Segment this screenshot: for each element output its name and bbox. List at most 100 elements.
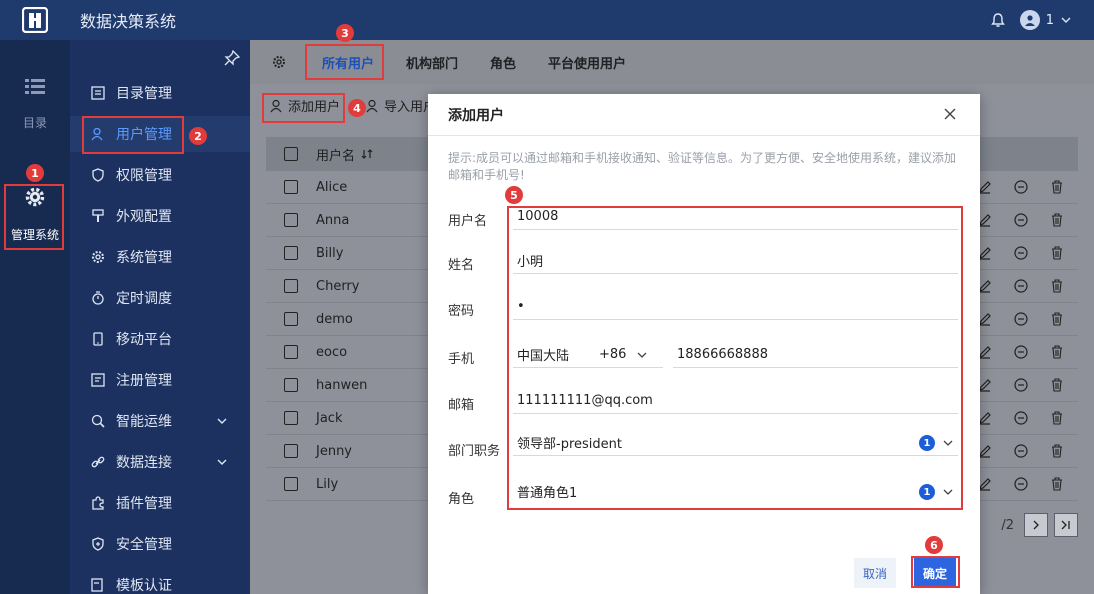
edit-icon[interactable] — [978, 411, 992, 425]
import-user-button[interactable]: 导入用户 — [366, 96, 436, 115]
row-actions — [978, 378, 1064, 392]
app-title: 数据决策系统 — [80, 12, 177, 31]
sidebar-item-catalog[interactable]: 目录管理 — [70, 75, 250, 111]
disable-icon[interactable] — [1014, 378, 1028, 392]
edit-icon[interactable] — [978, 312, 992, 326]
app-logo[interactable] — [0, 0, 70, 40]
row-actions — [978, 345, 1064, 359]
add-user-dialog: 添加用户 提示:成员可以通过邮箱和手机接收通知、验证等信息。为了更方便、安全地使… — [428, 94, 980, 594]
delete-icon[interactable] — [1050, 444, 1064, 458]
sidebar-item-mobile[interactable]: 移动平台 — [70, 321, 250, 357]
tab-departments[interactable]: 机构部门 — [390, 40, 474, 84]
register-icon — [90, 372, 106, 388]
disable-icon[interactable] — [1014, 444, 1028, 458]
disable-icon[interactable] — [1014, 345, 1028, 359]
sort-icon[interactable] — [361, 148, 373, 160]
sidebar-item-permissions[interactable]: 权限管理 — [70, 157, 250, 193]
edit-icon[interactable] — [978, 279, 992, 293]
edit-icon[interactable] — [978, 378, 992, 392]
sidebar-item-label: 注册管理 — [116, 373, 172, 389]
edit-icon[interactable] — [978, 180, 992, 194]
page-count: /2 — [1001, 517, 1014, 533]
rail-catalog[interactable]: 目录 — [0, 78, 70, 131]
edit-icon[interactable] — [978, 246, 992, 260]
row-checkbox[interactable] — [284, 444, 298, 458]
delete-icon[interactable] — [1050, 411, 1064, 425]
sidebar-item-plugins[interactable]: 插件管理 — [70, 485, 250, 521]
row-checkbox[interactable] — [284, 213, 298, 227]
email-label: 邮箱 — [448, 398, 475, 413]
delete-icon[interactable] — [1050, 345, 1064, 359]
mobile-icon — [90, 331, 106, 347]
row-checkbox[interactable] — [284, 279, 298, 293]
edit-icon[interactable] — [978, 444, 992, 458]
annotation-badge-2: 2 — [189, 127, 207, 145]
sidebar-item-appearance[interactable]: 外观配置 — [70, 198, 250, 234]
sidebar-item-label: 权限管理 — [116, 168, 172, 184]
sidebar-item-registration[interactable]: 注册管理 — [70, 362, 250, 398]
row-actions — [978, 213, 1064, 227]
tab-roles[interactable]: 角色 — [474, 40, 532, 84]
sidebar-item-label: 插件管理 — [116, 496, 172, 512]
row-checkbox[interactable] — [284, 477, 298, 491]
row-checkbox[interactable] — [284, 312, 298, 326]
edit-icon[interactable] — [978, 477, 992, 491]
sidebar-item-label: 定时调度 — [116, 291, 172, 307]
last-page-button[interactable] — [1054, 513, 1078, 537]
disable-icon[interactable] — [1014, 312, 1028, 326]
user-menu[interactable]: 1 — [1019, 10, 1072, 30]
annotation-box-2 — [82, 116, 184, 154]
annotation-box-3 — [305, 44, 384, 80]
row-actions — [978, 477, 1064, 491]
row-actions — [978, 411, 1064, 425]
cancel-button[interactable]: 取消 — [854, 558, 896, 588]
pin-icon[interactable] — [224, 50, 240, 66]
row-username: Lily — [316, 476, 339, 492]
edit-icon[interactable] — [978, 345, 992, 359]
disable-icon[interactable] — [1014, 246, 1028, 260]
settings-icon[interactable] — [272, 55, 286, 69]
edit-icon[interactable] — [978, 213, 992, 227]
settings-icon — [90, 249, 106, 265]
disable-icon[interactable] — [1014, 279, 1028, 293]
disable-icon[interactable] — [1014, 180, 1028, 194]
sidebar-item-ops[interactable]: 智能运维 — [70, 403, 250, 439]
delete-icon[interactable] — [1050, 246, 1064, 260]
sidebar-item-template-auth[interactable]: 模板认证 — [70, 567, 250, 594]
delete-icon[interactable] — [1050, 213, 1064, 227]
delete-icon[interactable] — [1050, 180, 1064, 194]
tab-platform-users[interactable]: 平台使用用户 — [532, 40, 642, 84]
disable-icon[interactable] — [1014, 213, 1028, 227]
row-checkbox[interactable] — [284, 411, 298, 425]
sidebar-item-security[interactable]: 安全管理 — [70, 526, 250, 562]
import-user-icon — [366, 99, 378, 112]
sidebar-item-system[interactable]: 系统管理 — [70, 239, 250, 275]
sidebar-item-label: 目录管理 — [116, 86, 172, 102]
shield-icon — [90, 536, 106, 552]
delete-icon[interactable] — [1050, 312, 1064, 326]
row-checkbox[interactable] — [284, 246, 298, 260]
sidebar-item-label: 智能运维 — [116, 414, 172, 430]
select-all-checkbox[interactable] — [284, 147, 298, 161]
username-column-header[interactable]: 用户名 — [316, 145, 355, 164]
close-icon[interactable] — [942, 106, 958, 122]
row-checkbox[interactable] — [284, 378, 298, 392]
row-checkbox[interactable] — [284, 345, 298, 359]
ops-icon — [90, 413, 106, 429]
disable-icon[interactable] — [1014, 411, 1028, 425]
sidebar-item-schedule[interactable]: 定时调度 — [70, 280, 250, 316]
delete-icon[interactable] — [1050, 477, 1064, 491]
department-label: 部门职务 — [448, 444, 501, 459]
annotation-box-5 — [507, 206, 963, 510]
shield-icon — [90, 167, 106, 183]
row-username: Billy — [316, 245, 344, 261]
next-page-button[interactable] — [1024, 513, 1048, 537]
disable-icon[interactable] — [1014, 477, 1028, 491]
sidebar-item-data-connection[interactable]: 数据连接 — [70, 444, 250, 480]
delete-icon[interactable] — [1050, 279, 1064, 293]
bell-icon[interactable] — [990, 12, 1006, 28]
row-checkbox[interactable] — [284, 180, 298, 194]
row-username: Jenny — [316, 443, 353, 459]
delete-icon[interactable] — [1050, 378, 1064, 392]
last-page-icon — [1061, 520, 1070, 530]
